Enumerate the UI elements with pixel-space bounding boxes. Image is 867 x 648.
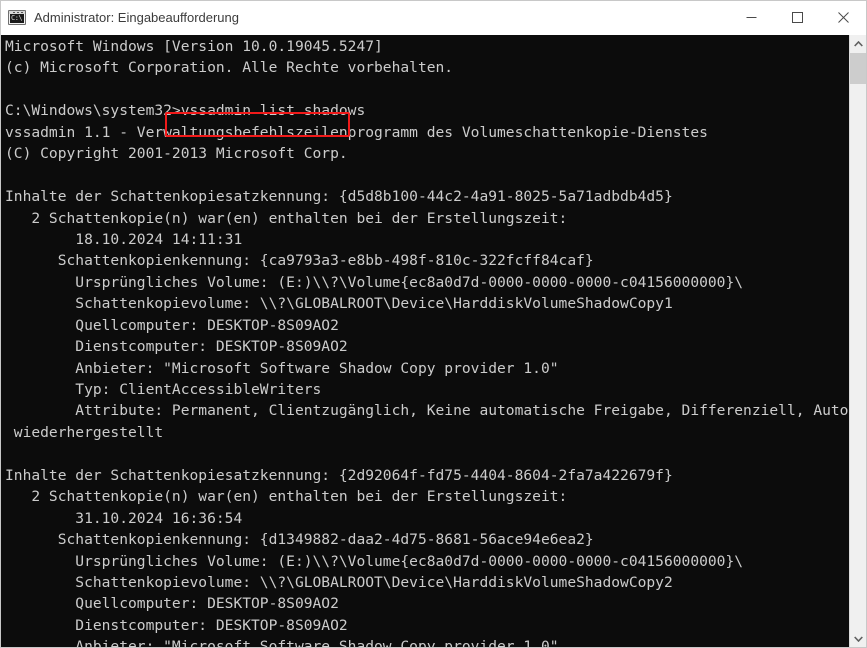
maximize-icon — [791, 12, 803, 23]
minimize-button[interactable] — [728, 1, 774, 34]
console-line: Schattenkopienkennung: {d1349882-daa2-4d… — [5, 531, 594, 549]
console-icon-glyph: C:\ — [10, 14, 24, 23]
console-line: Attribute: Permanent, Clientzugänglich, … — [5, 402, 849, 420]
maximize-button[interactable] — [774, 1, 820, 34]
scroll-down-button[interactable] — [850, 630, 866, 647]
console-line: C:\Windows\system32>vssadmin list shadow… — [5, 102, 366, 120]
console-line: Microsoft Windows [Version 10.0.19045.52… — [5, 38, 383, 55]
console-line: 2 Schattenkopie(n) war(en) enthalten bei… — [5, 488, 568, 506]
console-line: Dienstcomputer: DESKTOP-8S09AO2 — [5, 616, 348, 634]
window-title: Administrator: Eingabeaufforderung — [34, 10, 239, 25]
console-line: 2 Schattenkopie(n) war(en) enthalten bei… — [5, 209, 568, 227]
console-line: (C) Copyright 2001-2013 Microsoft Corp. — [5, 145, 348, 163]
title-bar[interactable]: C:\ Administrator: Eingabeaufforderung — [1, 1, 866, 35]
minimize-icon — [746, 17, 756, 18]
console-line: Ursprüngliches Volume: (E:)\\?\Volume{ec… — [5, 273, 744, 291]
chevron-up-icon — [853, 40, 863, 47]
console-line: 31.10.2024 16:36:54 — [5, 509, 243, 527]
console-line: Ursprüngliches Volume: (E:)\\?\Volume{ec… — [5, 552, 744, 570]
console-line: Quellcomputer: DESKTOP-8S09AO2 — [5, 316, 339, 334]
console-line: Schattenkopievolume: \\?\GLOBALROOT\Devi… — [5, 295, 673, 313]
console-area: Microsoft Windows [Version 10.0.19045.52… — [1, 35, 866, 647]
console-line: vssadmin 1.1 - Verwaltungsbefehlszeilenp… — [5, 123, 708, 141]
console-line: Anbieter: "Microsoft Software Shadow Cop… — [5, 638, 559, 647]
console-line: Schattenkopievolume: \\?\GLOBALROOT\Devi… — [5, 573, 673, 591]
console-line: Inhalte der Schattenkopiesatzkennung: {2… — [5, 466, 673, 484]
window-controls — [728, 1, 866, 34]
chevron-down-icon — [853, 635, 863, 642]
scrollbar-thumb[interactable] — [850, 53, 866, 84]
close-button[interactable] — [820, 1, 866, 34]
console-line: (c) Microsoft Corporation. Alle Rechte v… — [5, 59, 454, 77]
console-line: Inhalte der Schattenkopiesatzkennung: {d… — [5, 188, 673, 206]
console-line: Typ: ClientAccessibleWriters — [5, 381, 322, 398]
vertical-scrollbar[interactable] — [849, 35, 866, 647]
console-icon: C:\ — [8, 10, 26, 25]
console-line: Schattenkopienkennung: {ca9793a3-e8bb-49… — [5, 252, 594, 270]
console-line: 18.10.2024 14:11:31 — [5, 230, 243, 248]
console-line: Quellcomputer: DESKTOP-8S09AO2 — [5, 595, 339, 613]
scroll-up-button[interactable] — [850, 35, 866, 52]
command-prompt-window: C:\ Administrator: Eingabeaufforderung M… — [0, 0, 867, 648]
console-output[interactable]: Microsoft Windows [Version 10.0.19045.52… — [1, 35, 849, 647]
console-line: Anbieter: "Microsoft Software Shadow Cop… — [5, 359, 559, 377]
console-line: wiederhergestellt — [5, 423, 164, 441]
console-line: Dienstcomputer: DESKTOP-8S09AO2 — [5, 338, 348, 356]
close-icon — [837, 12, 849, 23]
